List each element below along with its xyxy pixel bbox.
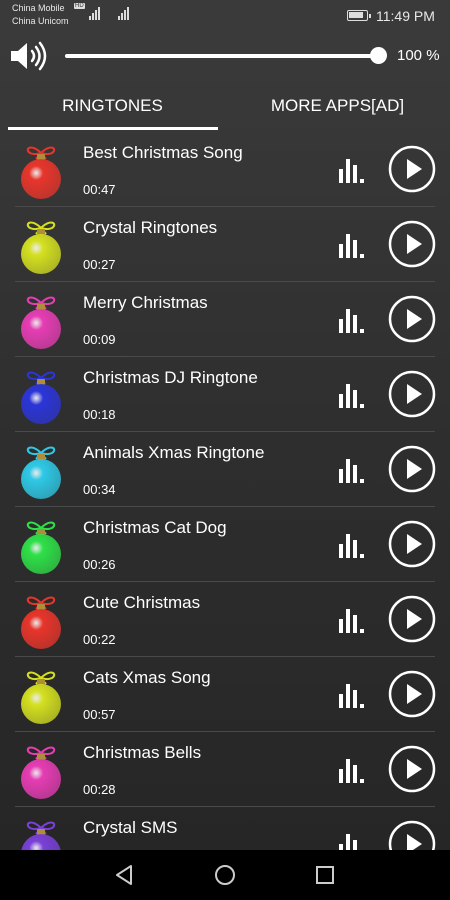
ornament-icon [21,221,61,274]
tab-bar: RINGTONES MORE APPS[AD] [0,80,450,132]
equalizer-icon[interactable] [337,155,369,183]
tab-more-apps[interactable]: MORE APPS[AD] [225,80,450,132]
ringtone-title: Merry Christmas [83,293,208,312]
ornament-icon [21,521,61,574]
play-button[interactable] [388,520,436,568]
ornament-icon [21,746,61,799]
ringtone-title: Animals Xmas Ringtone [83,443,265,462]
status-time: 11:49 PM [376,8,435,24]
tab-ringtones[interactable]: RINGTONES [0,80,225,132]
back-icon[interactable] [111,861,139,889]
equalizer-icon[interactable] [337,455,369,483]
volume-slider-thumb[interactable] [370,47,387,64]
status-bar: China Mobile HD China Unicom 11:49 PM [0,0,450,32]
ringtone-duration: 00:22 [83,632,116,647]
list-item[interactable]: Cute Christmas 00:22 [0,582,450,657]
ringtone-title: Crystal Ringtones [83,218,218,237]
ringtone-duration: 00:47 [83,182,116,197]
equalizer-icon[interactable] [337,830,369,850]
hd-badge: HD [74,3,85,9]
list-item[interactable]: Christmas Bells 00:28 [0,732,450,807]
ringtone-duration: 00:09 [83,332,116,347]
ornament-icon [21,296,61,349]
play-button[interactable] [388,595,436,643]
ornament-icon [21,596,61,649]
play-button[interactable] [388,820,436,850]
ringtone-title: Cats Xmas Song [83,668,211,687]
play-button[interactable] [388,220,436,268]
volume-control: 100 % [0,32,450,80]
list-item[interactable]: Animals Xmas Ringtone 00:34 [0,432,450,507]
ringtone-list[interactable]: Best Christmas Song 00:47 Crystal Ringtone… [0,132,450,850]
carrier-name-2: China Unicom [12,16,69,26]
play-button[interactable] [388,745,436,793]
ringtone-duration: 00:28 [83,782,116,797]
navigation-bar [0,850,450,900]
battery-icon [347,10,371,21]
home-icon[interactable] [211,861,239,889]
tab-selected-indicator [8,127,218,130]
list-item[interactable]: Crystal Ringtones 00:27 [0,207,450,282]
equalizer-icon[interactable] [337,680,369,708]
ringtone-title: Christmas Bells [83,743,202,762]
list-item[interactable]: Crystal SMS [0,807,450,850]
ornament-icon [21,446,61,499]
ringtone-duration: 00:34 [83,482,116,497]
ringtone-title: Crystal SMS [83,818,178,837]
ringtone-title: Christmas Cat Dog [83,518,227,537]
ornament-icon [21,371,61,424]
ringtone-duration: 00:18 [83,407,116,422]
ornament-icon [21,671,61,724]
ornament-icon [21,146,61,199]
volume-value: 100 % [397,47,440,64]
ornament-icon [21,821,61,850]
list-item[interactable]: Christmas DJ Ringtone 00:18 [0,357,450,432]
list-item[interactable]: Merry Christmas 00:09 [0,282,450,357]
play-button[interactable] [388,295,436,343]
ringtone-duration: 00:26 [83,557,116,572]
play-button[interactable] [388,370,436,418]
equalizer-icon[interactable] [337,305,369,333]
equalizer-icon[interactable] [337,380,369,408]
carrier-name-1: China Mobile [12,3,65,13]
ringtone-title: Best Christmas Song [83,143,243,162]
ringtone-duration: 00:27 [83,257,116,272]
ringtone-title: Cute Christmas [83,593,201,612]
play-button[interactable] [388,445,436,493]
recent-apps-icon[interactable] [311,861,339,889]
equalizer-icon[interactable] [337,755,369,783]
list-item[interactable]: Christmas Cat Dog 00:26 [0,507,450,582]
list-item[interactable]: Best Christmas Song 00:47 [0,132,450,207]
play-button[interactable] [388,145,436,193]
equalizer-icon[interactable] [337,530,369,558]
signal-icon [118,6,129,20]
equalizer-icon[interactable] [337,230,369,258]
play-button[interactable] [388,670,436,718]
ringtone-title: Christmas DJ Ringtone [83,368,258,387]
equalizer-icon[interactable] [337,605,369,633]
signal-icon [89,6,100,20]
volume-slider[interactable] [65,54,378,58]
list-item[interactable]: Cats Xmas Song 00:57 [0,657,450,732]
ringtone-duration: 00:57 [83,707,116,722]
speaker-icon[interactable] [8,40,48,72]
